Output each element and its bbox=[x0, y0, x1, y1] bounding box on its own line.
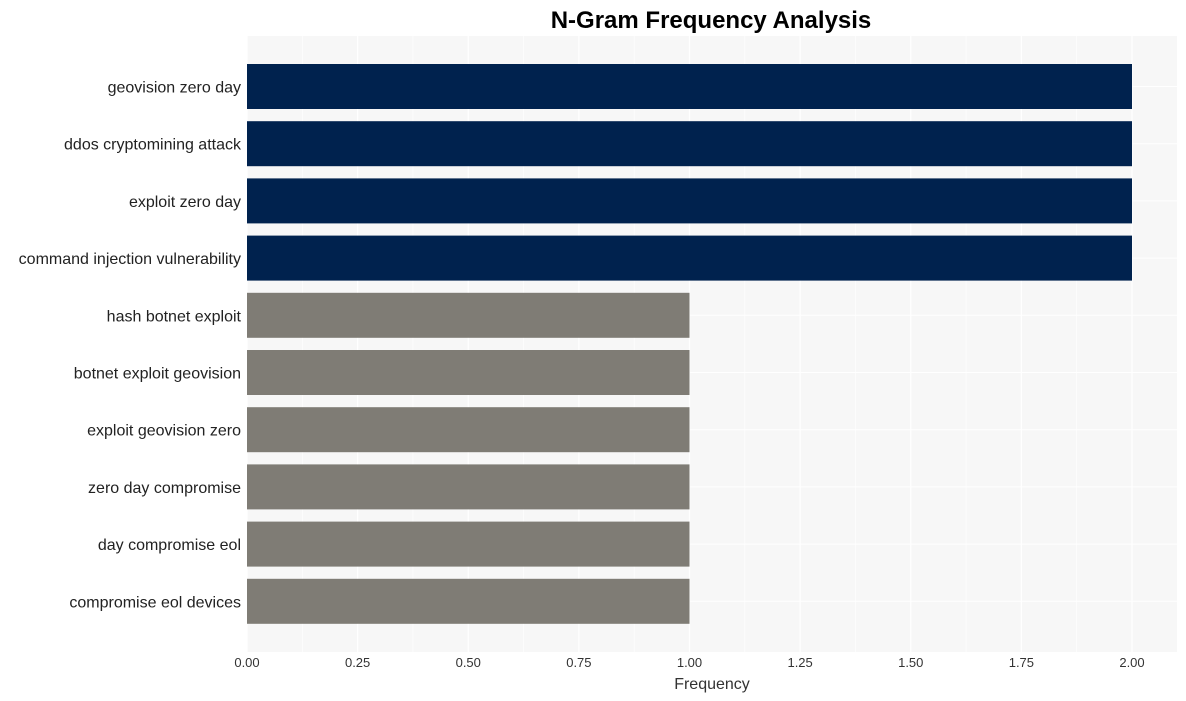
x-tick-label: 1.50 bbox=[898, 655, 923, 670]
x-tick-label: 0.00 bbox=[234, 655, 259, 670]
x-tick-label: 0.25 bbox=[345, 655, 370, 670]
bar bbox=[247, 292, 690, 338]
x-tick-label: 0.50 bbox=[456, 655, 481, 670]
y-tick-label: exploit zero day bbox=[129, 194, 241, 211]
x-tick-label: 1.00 bbox=[677, 655, 702, 670]
bar bbox=[247, 350, 690, 395]
ngram-chart: N-Gram Frequency Analysis geovision zero… bbox=[19, 7, 1177, 693]
y-tick-labels: geovision zero day ddos cryptomining atta… bbox=[19, 80, 242, 612]
x-tick-label: 1.75 bbox=[1009, 655, 1034, 670]
x-tick-label: 2.00 bbox=[1119, 655, 1144, 670]
bar bbox=[247, 178, 1132, 224]
bar bbox=[247, 578, 690, 624]
y-tick-label: hash botnet exploit bbox=[107, 308, 242, 325]
y-tick-label: day compromise eol bbox=[98, 537, 241, 554]
x-tick-labels: 0.00 0.25 0.50 0.75 1.00 1.25 1.50 1.75 2.00 bbox=[234, 655, 1144, 670]
y-tick-label: zero day compromise bbox=[88, 480, 241, 497]
y-tick-label: command injection vulnerability bbox=[19, 251, 241, 268]
chart-title: N-Gram Frequency Analysis bbox=[551, 7, 872, 34]
bar bbox=[247, 407, 690, 453]
bar bbox=[247, 521, 690, 567]
x-tick-label: 1.25 bbox=[787, 655, 812, 670]
y-tick-label: geovision zero day bbox=[108, 80, 241, 97]
x-axis-label: Frequency bbox=[674, 676, 750, 693]
bar bbox=[247, 64, 1132, 109]
bar bbox=[247, 235, 1132, 281]
y-tick-label: botnet exploit geovision bbox=[74, 366, 241, 383]
y-tick-label: compromise eol devices bbox=[69, 594, 241, 611]
y-tick-label: ddos cryptomining attack bbox=[64, 137, 242, 154]
bar bbox=[247, 121, 1132, 167]
y-tick-label: exploit geovision zero bbox=[87, 423, 241, 440]
x-tick-label: 0.75 bbox=[566, 655, 591, 670]
bar bbox=[247, 464, 690, 510]
